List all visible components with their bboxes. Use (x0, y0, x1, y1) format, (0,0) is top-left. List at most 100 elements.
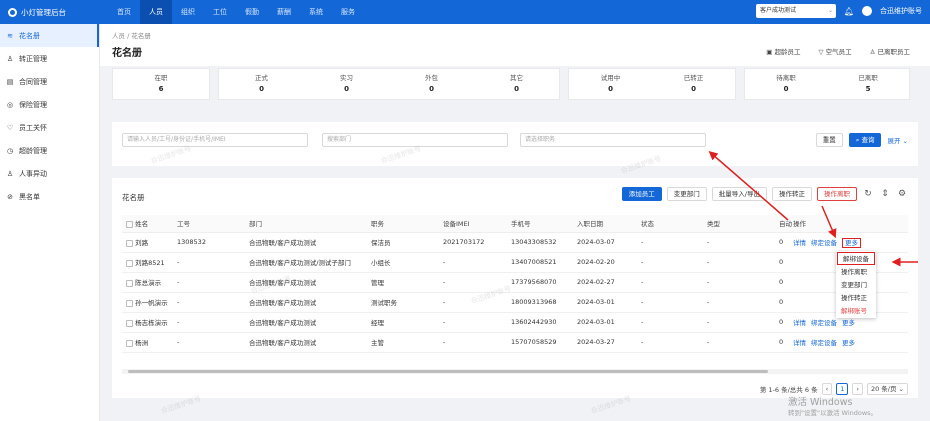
stat-resigned[interactable]: 已离职 5 (858, 73, 878, 95)
page-header: 人员 / 花名册 花名册 ▣ 超龄员工 ▽ 空气员工 ♙ 已离职员工 (100, 24, 930, 66)
stats-row: 在职 6 正式 0 实习 0 外包 0 其它 0 试用中 0 已转正 0 待离职 0 已离职 5 (112, 68, 918, 100)
nav-station[interactable]: 工位 (204, 0, 236, 24)
bind-device-link[interactable]: 绑定设备 (811, 339, 837, 347)
cell-imei: 2021703172 (443, 232, 511, 253)
stat-formal[interactable]: 正式 0 (255, 73, 268, 95)
sidebar-item-care[interactable]: ♡ 员工关怀 (0, 116, 99, 139)
col-name[interactable]: 姓名 (122, 215, 177, 233)
add-employee-button[interactable]: 添加员工 (621, 187, 662, 201)
detail-link[interactable]: 详情 (793, 239, 806, 247)
batch-import-export-button[interactable]: 批量导入/导出 (711, 187, 767, 201)
page-number[interactable]: 1 (836, 383, 849, 395)
stat-card-active: 在职 6 (112, 68, 210, 100)
table-row[interactable]: 杨志栋演示 - 合迅物联/客户成功测试 经理 - 13602442930 202… (122, 312, 908, 333)
table-row[interactable]: 陈总演示 - 合迅物联/客户成功测试 管理 - 17379568070 2024… (122, 272, 908, 293)
bell-icon[interactable]: 🔔︎ (844, 6, 854, 16)
nav-leave[interactable]: 假勤 (236, 0, 268, 24)
sidebar-item-probation[interactable]: ♙ 转正管理 (0, 47, 99, 70)
stat-outsource[interactable]: 外包 0 (425, 73, 438, 95)
brand[interactable]: 小灯管理后台 (0, 7, 100, 18)
stat-value: 0 (344, 85, 349, 93)
table-row[interactable]: 杨洲 - 合迅物联/客户成功测试 主管 - 15707058529 2024-0… (122, 332, 908, 353)
row-checkbox[interactable] (126, 239, 133, 247)
table-row[interactable]: 孙一帆演示 - 合迅物联/客户成功测试 测试职务 - 18009313968 2… (122, 292, 908, 313)
settings-icon[interactable]: ⚙ (896, 189, 908, 199)
more-link[interactable]: 更多 (842, 339, 855, 347)
nav-salary[interactable]: 薪酬 (268, 0, 300, 24)
cell-post: 经理 (371, 312, 443, 333)
reset-button[interactable]: 重置 (815, 133, 843, 147)
detail-link[interactable]: 详情 (793, 319, 806, 327)
breadcrumb[interactable]: 人员 / 花名册 (112, 30, 151, 40)
avatar[interactable] (862, 6, 872, 16)
menu-item-unbind-account[interactable]: 解绑账号 (836, 305, 876, 318)
sidebar-item-insurance[interactable]: ◎ 保险管理 (0, 93, 99, 116)
company-select[interactable]: 客户成功测试 ⌄ (756, 4, 836, 18)
nav-people[interactable]: 人员 (140, 0, 172, 24)
change-dept-button[interactable]: 变更部门 (666, 187, 707, 201)
sidebar-item-contract[interactable]: ▤ 合同管理 (0, 70, 99, 93)
sidebar-item-transfer[interactable]: ♙ 人事异动 (0, 162, 99, 185)
nav-home[interactable]: 首页 (108, 0, 140, 24)
scrollbar-thumb[interactable] (128, 370, 768, 373)
stat-other[interactable]: 其它 0 (510, 73, 523, 95)
more-link[interactable]: 更多 (842, 238, 861, 248)
cell-type: - (707, 312, 779, 333)
cell-post: 小组长 (371, 252, 443, 273)
more-link[interactable]: 更多 (842, 319, 855, 327)
menu-item-change-dept[interactable]: 变更部门 (836, 279, 876, 292)
query-button[interactable]: ⌕ 查询 (848, 133, 882, 147)
row-checkbox[interactable] (126, 299, 133, 307)
chevron-down-icon: ⌄ (902, 137, 908, 145)
overage-employees-link[interactable]: ▣ 超龄员工 (766, 46, 800, 56)
sidebar-item-blacklist[interactable]: ⊘ 黑名单 (0, 185, 99, 208)
next-page-icon[interactable]: › (852, 383, 863, 395)
resigned-employees-link[interactable]: ♙ 已离职员工 (870, 46, 910, 56)
pagination-summary: 第 1-6 条/总共 6 条 (759, 386, 818, 394)
sidebar-item-label: 花名册 (19, 31, 40, 40)
table-row[interactable]: 刘路8521 - 合迅物联/客户成功测试/测试子部门 小组长 - 1340700… (122, 252, 908, 273)
sidebar-item-roster[interactable]: ≋ 花名册 (0, 24, 99, 47)
stat-regular[interactable]: 已转正 0 (684, 73, 704, 95)
resign-button[interactable]: 操作离职 (817, 187, 857, 201)
row-checkbox[interactable] (126, 339, 133, 347)
detail-link[interactable]: 详情 (793, 339, 806, 347)
nav-service[interactable]: 服务 (332, 0, 364, 24)
logo-icon (8, 7, 17, 17)
stat-active[interactable]: 在职 6 (155, 73, 168, 95)
bind-device-link[interactable]: 绑定设备 (811, 239, 837, 247)
user-name[interactable]: 合迅维护账号 (880, 6, 922, 16)
transfer-icon: ♙ (6, 169, 14, 178)
select-all-checkbox[interactable] (126, 220, 133, 228)
page-size-select[interactable]: 20 条/页 ⌄ (866, 383, 908, 395)
column-height-icon[interactable]: ⇕ (879, 189, 891, 199)
nav-system[interactable]: 系统 (300, 0, 332, 24)
person-search-input[interactable]: 请输入人员/工号/身份证/手机号/IMEI (122, 133, 308, 147)
menu-item-unbind-device[interactable]: 解绑设备 (837, 252, 875, 265)
menu-item-convert-regular[interactable]: 操作转正 (836, 292, 876, 305)
post-select[interactable]: 请选择职务 (520, 133, 706, 147)
nav-org[interactable]: 组织 (172, 0, 204, 24)
stat-intern[interactable]: 实习 0 (340, 73, 353, 95)
stat-pending-leave[interactable]: 待离职 0 (776, 73, 796, 95)
sidebar-item-overage[interactable]: ◷ 超龄管理 (0, 139, 99, 162)
table-row[interactable]: 刘路 1308532 合迅物联/客户成功测试 保洁员 2021703172 13… (122, 232, 908, 253)
stat-probation[interactable]: 试用中 0 (601, 73, 621, 95)
expand-toggle[interactable]: 展开 ⌄ (887, 135, 908, 145)
convert-regular-button[interactable]: 操作转正 (772, 187, 812, 201)
bind-device-link[interactable]: 绑定设备 (811, 319, 837, 327)
prev-page-icon[interactable]: ‹ (821, 383, 833, 395)
refresh-icon[interactable]: ↻ (862, 189, 874, 199)
empty-employees-link[interactable]: ▽ 空气员工 (819, 46, 852, 56)
cell-auto: 0 (779, 252, 793, 273)
horizontal-scrollbar[interactable] (122, 369, 908, 374)
row-checkbox[interactable] (126, 319, 133, 327)
col-no: 工号 (177, 215, 249, 233)
row-checkbox[interactable] (126, 279, 133, 287)
cell-no: - (177, 252, 249, 273)
sidebar: ≋ 花名册 ♙ 转正管理 ▤ 合同管理 ◎ 保险管理 ♡ 员工关怀 ◷ 超龄管理 ♙ 人事异动… (0, 24, 100, 421)
cell-no: - (177, 312, 249, 333)
dept-search-input[interactable]: 搜索部门 (322, 133, 508, 147)
menu-item-resign[interactable]: 操作离职 (836, 266, 876, 279)
row-checkbox[interactable] (126, 259, 133, 267)
